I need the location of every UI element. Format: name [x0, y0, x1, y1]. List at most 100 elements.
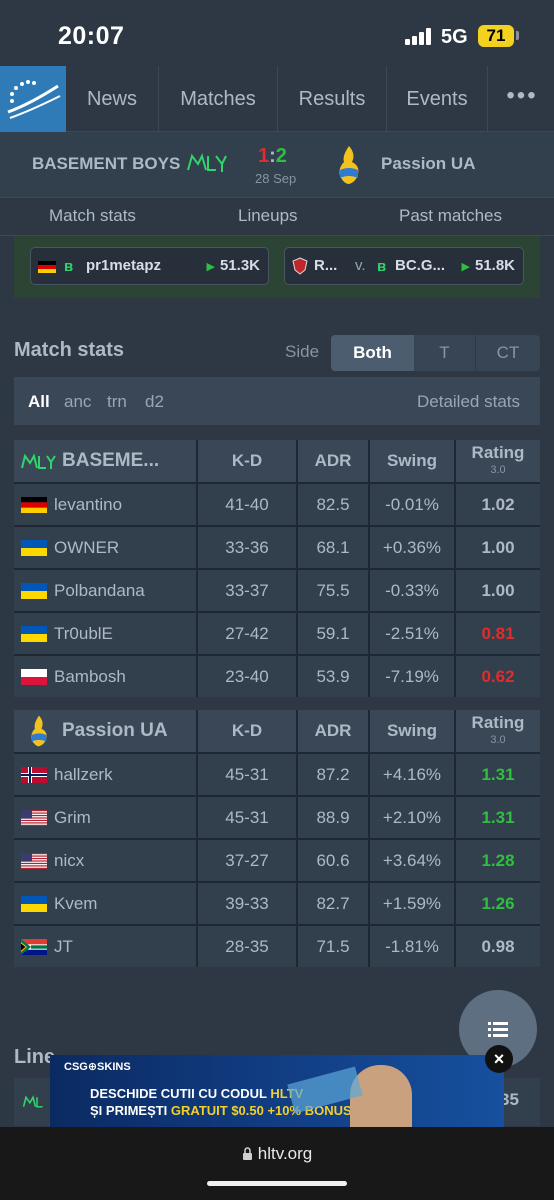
player-cell[interactable]: levantino — [14, 484, 198, 525]
rating-header[interactable]: Rating 3.0 — [456, 710, 540, 752]
team1-stats-table: BASEME... K-D ADR Swing Rating 3.0 levant… — [14, 440, 540, 697]
table-row: JT 28-35 71.5 -1.81% 0.98 — [14, 926, 540, 967]
player-cell[interactable]: Bambosh — [14, 656, 198, 697]
player-cell[interactable]: Kvem — [14, 883, 198, 924]
team-name-header[interactable]: BASEME... — [14, 440, 198, 482]
stream-card[interactable]: ʙ pr1metapz ▶ 51.3K — [30, 247, 269, 285]
table-row: Kvem 39-33 82.7 +1.59% 1.26 — [14, 883, 540, 924]
rating-version: 3.0 — [490, 464, 506, 476]
tab-past-matches[interactable]: Past matches — [399, 206, 502, 226]
top-nav: News Matches Results Events ••• — [0, 66, 554, 132]
nav-results[interactable]: Results — [278, 66, 387, 132]
flag-ua-icon — [21, 583, 47, 599]
kd-header[interactable]: K-D — [198, 710, 298, 752]
swing-cell: -2.51% — [370, 613, 456, 654]
url-text: hltv.org — [257, 1144, 313, 1163]
kd-cell: 37-27 — [198, 840, 298, 881]
adr-header[interactable]: ADR — [298, 710, 370, 752]
nav-news[interactable]: News — [66, 66, 159, 132]
ad-text-line2-part1: ȘI PRIMEȘTI — [90, 1103, 171, 1118]
adr-cell: 82.5 — [298, 484, 370, 525]
player-cell[interactable]: Polbandana — [14, 570, 198, 611]
detailed-stats-link[interactable]: Detailed stats — [417, 392, 520, 412]
rating-cell: 1.31 — [481, 765, 515, 784]
rating-cell: 1.00 — [481, 581, 515, 600]
stream-team-b: BC.G... — [395, 257, 446, 274]
battery-cap — [516, 31, 519, 40]
match-score: 1:2 — [258, 145, 287, 168]
map-filter-all[interactable]: All — [28, 392, 50, 412]
adr-cell: 53.9 — [298, 656, 370, 697]
list-icon — [488, 1022, 508, 1037]
adr-cell: 59.1 — [298, 613, 370, 654]
player-name: JT — [54, 937, 73, 956]
kd-header[interactable]: K-D — [198, 440, 298, 482]
swing-cell: +2.10% — [370, 797, 456, 838]
kd-cell: 23-40 — [198, 656, 298, 697]
map-filter-trn[interactable]: trn — [107, 392, 127, 412]
rating-header[interactable]: Rating 3.0 — [456, 440, 540, 482]
player-cell[interactable]: hallzerk — [14, 754, 198, 795]
team-shield-icon — [292, 257, 308, 275]
team-name-header[interactable]: Passion UA — [14, 710, 198, 752]
map-filter-d2[interactable]: d2 — [145, 392, 164, 412]
player-cell[interactable]: Tr0ublE — [14, 613, 198, 654]
team1-name[interactable]: BASEMENT BOYS — [32, 154, 180, 174]
more-menu-icon[interactable]: ••• — [490, 66, 554, 132]
rating-header-label: Rating — [471, 713, 525, 732]
match-stats-title: Match stats — [14, 339, 125, 361]
player-name: Polbandana — [54, 581, 145, 600]
kd-cell: 41-40 — [198, 484, 298, 525]
player-cell[interactable]: OWNER — [14, 527, 198, 568]
lock-icon — [242, 1147, 252, 1160]
battery-icon: 71 — [478, 25, 514, 47]
player-cell[interactable]: Grim — [14, 797, 198, 838]
swing-header[interactable]: Swing — [370, 710, 456, 752]
adr-header[interactable]: ADR — [298, 440, 370, 482]
player-name: Bambosh — [54, 667, 126, 686]
nav-events[interactable]: Events — [387, 66, 488, 132]
tab-lineups[interactable]: Lineups — [238, 206, 298, 226]
browser-url-bar[interactable]: hltv.org — [0, 1127, 554, 1200]
swing-header[interactable]: Swing — [370, 440, 456, 482]
adr-cell: 75.5 — [298, 570, 370, 611]
table-row: Grim 45-31 88.9 +2.10% 1.31 — [14, 797, 540, 838]
adr-cell: 87.2 — [298, 754, 370, 795]
side-both-button[interactable]: Both — [331, 335, 414, 371]
germany-flag-icon — [38, 261, 56, 273]
player-name: Kvem — [54, 894, 98, 913]
rating-cell: 1.02 — [481, 495, 515, 514]
status-bar: 20:07 5G 71 — [0, 0, 554, 66]
tab-match-stats[interactable]: Match stats — [49, 206, 136, 226]
home-indicator[interactable] — [207, 1181, 347, 1186]
side-t-button[interactable]: T — [414, 335, 476, 371]
swing-cell: -0.33% — [370, 570, 456, 611]
table-row: Bambosh 23-40 53.9 -7.19% 0.62 — [14, 656, 540, 697]
team2-stats-table: Passion UA K-D ADR Swing Rating 3.0 hallz… — [14, 710, 540, 967]
map-filter-anc[interactable]: anc — [64, 392, 91, 412]
side-ct-button[interactable]: CT — [476, 335, 540, 371]
table-header: BASEME... K-D ADR Swing Rating 3.0 — [14, 440, 540, 482]
player-cell[interactable]: nicx — [14, 840, 198, 881]
stream-viewers-count: 51.3K — [219, 257, 260, 274]
table-row: levantino 41-40 82.5 -0.01% 1.02 — [14, 484, 540, 525]
nav-matches[interactable]: Matches — [159, 66, 278, 132]
ad-banner[interactable]: CSG⊕SKINS DESCHIDE CUTII CU CODUL HLTV Ș… — [50, 1055, 504, 1127]
score-right: 2 — [275, 145, 287, 167]
url-display[interactable]: hltv.org — [0, 1144, 554, 1164]
team2-name[interactable]: Passion UA — [381, 154, 475, 174]
player-name: Tr0ublE — [54, 624, 113, 643]
stream-card[interactable]: R... v. ʙ BC.G... ▶ 51.8K — [284, 247, 524, 285]
stream-team-a: R... — [314, 257, 338, 274]
flag-no-icon — [21, 767, 47, 783]
play-icon: ▶ — [461, 261, 470, 273]
kd-cell: 33-36 — [198, 527, 298, 568]
score-separator: : — [269, 145, 276, 167]
score-left: 1 — [258, 145, 270, 167]
hltv-logo[interactable] — [0, 66, 66, 132]
rating-cell: 0.98 — [481, 937, 515, 956]
player-cell[interactable]: JT — [14, 926, 198, 967]
match-header: BASEMENT BOYS 1:2 28 Sep Passion UA — [0, 132, 554, 198]
close-ad-icon[interactable]: × — [485, 1045, 513, 1073]
lineups-title: Line — [14, 1046, 56, 1068]
